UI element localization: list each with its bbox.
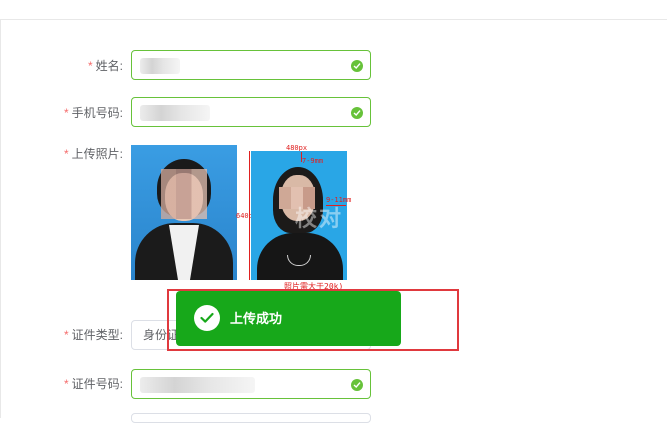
valid-check-icon <box>351 107 363 119</box>
photo-label: * 上传照片: <box>64 144 123 164</box>
valid-check-icon <box>351 379 363 391</box>
name-label-text: 姓名: <box>95 59 123 73</box>
redacted-value <box>140 377 255 393</box>
required-mark: * <box>63 328 69 342</box>
idtype-label-text: 证件类型: <box>71 328 123 342</box>
photo-label-text: 上传照片: <box>71 147 123 161</box>
redacted-value <box>140 105 210 121</box>
side-margin-line <box>326 205 346 206</box>
idnumber-label-text: 证件号码: <box>71 377 123 391</box>
sample-photo: 校对 <box>251 151 347 280</box>
idnumber-row: * 证件号码: <box>0 368 667 402</box>
valid-check-icon <box>351 60 363 72</box>
required-mark: * <box>63 106 69 120</box>
highlight-box <box>167 289 459 351</box>
phone-label-text: 手机号码: <box>71 106 123 120</box>
side-margin-label: 9-11mm <box>326 196 352 204</box>
phone-row: * 手机号码: <box>0 97 667 131</box>
required-mark: * <box>63 377 69 391</box>
phone-input[interactable] <box>131 97 371 127</box>
top-bar <box>0 0 667 20</box>
idtype-label: * 证件类型: <box>64 319 123 351</box>
top-margin-label: 7-9mm <box>302 157 324 165</box>
required-mark: * <box>63 147 69 161</box>
face-mosaic <box>161 169 207 219</box>
redacted-value <box>140 58 180 74</box>
idnumber-input[interactable] <box>131 369 371 399</box>
name-row: * 姓名: <box>0 50 667 84</box>
uploaded-photo[interactable] <box>131 145 237 280</box>
next-field[interactable] <box>131 413 371 423</box>
phone-label: * 手机号码: <box>64 97 123 129</box>
idnumber-label: * 证件号码: <box>64 368 123 400</box>
name-label: * 姓名: <box>88 50 123 82</box>
name-input[interactable] <box>131 50 371 80</box>
required-mark: * <box>87 59 93 73</box>
